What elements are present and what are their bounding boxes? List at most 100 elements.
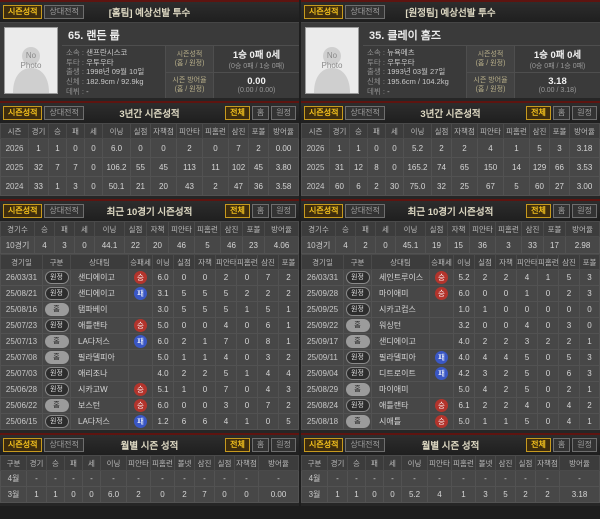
tab-head-to-head[interactable]: 상대전적	[44, 438, 84, 452]
tab-season-record[interactable]: 시즌성적	[304, 5, 344, 19]
hits-cell: 2	[176, 138, 203, 158]
tab-head-to-head[interactable]: 상대전적	[44, 5, 84, 19]
filter-home-button[interactable]: 홈	[552, 106, 571, 120]
walks-cell: 2	[278, 397, 299, 414]
innings-cell: 50.1	[102, 176, 131, 196]
games-count-cell: 10경기	[301, 236, 336, 254]
hits-cell: 2	[215, 269, 237, 286]
hits-cell: 4	[516, 397, 538, 414]
season-cell: 2024	[301, 176, 330, 196]
tab-season-record[interactable]: 시즌성적	[3, 5, 43, 19]
month-row-1: 3월 1 1 0 0 6.0 2 0 2 7 0 0 0.00	[0, 486, 299, 503]
runs-cell: 4	[474, 381, 496, 398]
games-cell: -	[26, 470, 47, 487]
homeruns-cell: 1	[451, 486, 476, 503]
tab-season-record[interactable]: 시즌성적	[3, 204, 43, 218]
strikeouts-cell: 5	[558, 349, 580, 366]
tab-season-record[interactable]: 시즌성적	[3, 438, 43, 452]
tab-head-to-head[interactable]: 상대전적	[345, 438, 385, 452]
walks-cell: 66	[549, 157, 570, 177]
table-header-row: 구분 경기 승 패 세 이닝 피안타 피홈런 볼넷 삼진 실점 자책점 방어율	[301, 455, 600, 471]
filter-home-button[interactable]: 홈	[251, 438, 270, 452]
tab-head-to-head[interactable]: 상대전적	[345, 106, 385, 120]
game-row-4: 25/09/17 홈 샌디에이고 4.0 2 2 3 2 2 1	[301, 333, 600, 350]
label-line2: (홈 / 원정)	[174, 86, 205, 94]
earned-runs-cell: 65	[451, 157, 478, 177]
column-header: 자책	[146, 221, 169, 237]
filter-away-button[interactable]: 원정	[572, 438, 597, 452]
homeruns-cell: 0	[202, 138, 229, 158]
filter-home-button[interactable]: 홈	[552, 438, 571, 452]
filter-away-button[interactable]: 원정	[572, 106, 597, 120]
column-header: 피안타	[477, 123, 504, 139]
result-badge: 패	[435, 367, 448, 380]
result-cell: 패	[128, 285, 153, 302]
earned-runs-cell: 0	[495, 317, 517, 334]
column-header: 피홈런	[495, 221, 522, 237]
innings-cell: 4.2	[453, 365, 475, 382]
filter-away-button[interactable]: 원정	[271, 106, 296, 120]
saves-cell: 0	[375, 236, 396, 254]
player-name: 65. 랜든 룹	[62, 23, 299, 46]
tab-season-record[interactable]: 시즌성적	[304, 106, 344, 120]
filter-home-button[interactable]: 홈	[552, 204, 571, 218]
tab-head-to-head[interactable]: 상대전적	[345, 204, 385, 218]
result-badge: 승	[134, 271, 147, 284]
recent10-summary-row: 10경기 4 2 0 45.1 19 15 36 3 33 17 2.98	[301, 236, 600, 254]
opponent-cell: LA다저스	[70, 333, 129, 350]
strikeouts-cell: 129	[529, 157, 550, 177]
player-info-line: 신체 : 195.6cm / 104.2kg	[367, 77, 462, 86]
tab-season-record[interactable]: 시즌성적	[304, 438, 344, 452]
game-date-cell: 25/07/13	[0, 333, 43, 350]
tab-season-record[interactable]: 시즌성적	[304, 204, 344, 218]
game-date-cell: 25/08/29	[301, 381, 344, 398]
column-header: 패	[66, 123, 85, 139]
filter-all-button[interactable]: 전체	[526, 438, 551, 452]
strikeouts-cell: -	[495, 470, 516, 487]
opponent-cell: 애틀랜타	[70, 317, 129, 334]
filter-home-button[interactable]: 홈	[251, 204, 270, 218]
innings-cell: 6.0	[102, 138, 131, 158]
filter-all-button[interactable]: 전체	[526, 106, 551, 120]
hits-cell: 5	[516, 349, 538, 366]
earned-runs-cell: 0	[150, 138, 177, 158]
strikeouts-cell: 4	[257, 365, 279, 382]
filter-all-button[interactable]: 전체	[526, 204, 551, 218]
tab-head-to-head[interactable]: 상대전적	[44, 106, 84, 120]
result-badge: 승	[134, 399, 147, 412]
filter-all-button[interactable]: 전체	[225, 438, 250, 452]
filter-all-button[interactable]: 전체	[225, 204, 250, 218]
column-header: 방어율	[258, 455, 299, 471]
strikeouts-cell: 2	[257, 285, 279, 302]
filter-all-button[interactable]: 전체	[225, 106, 250, 120]
home-away-cell: 홈	[343, 317, 372, 334]
tab-season-record[interactable]: 시즌성적	[3, 106, 43, 120]
runs-cell: 32	[431, 176, 452, 196]
recent10-section: 시즌성적 상대전적 최근 10경기 시즌성적 전체 홈 원정 경기수 승 패 세 이닝 실…	[301, 199, 600, 430]
wins-cell: 4	[34, 236, 55, 254]
games-cell: 31	[329, 157, 350, 177]
label-line2: (홈 / 원정)	[174, 59, 205, 67]
column-header: 이닝	[94, 221, 125, 237]
filter-away-button[interactable]: 원정	[572, 204, 597, 218]
filter-away-button[interactable]: 원정	[271, 204, 296, 218]
column-header: 승	[46, 455, 65, 471]
season-cell: 2025	[0, 157, 29, 177]
tab-head-to-head[interactable]: 상대전적	[44, 204, 84, 218]
location-badge: 원정	[345, 271, 370, 284]
filter-home-button[interactable]: 홈	[251, 106, 270, 120]
earned-runs-cell: -	[234, 470, 259, 487]
era-cell: 3.80	[268, 157, 299, 177]
column-header: 포볼	[579, 254, 600, 270]
location-badge: 홈	[44, 351, 69, 364]
table-header-row: 시즌 경기 승 패 세 이닝 실점 자책점 피안타 피홈런 삼진 포볼 방어율	[0, 123, 299, 139]
runs-cell: 0	[474, 285, 496, 302]
game-date-cell: 25/09/04	[301, 365, 344, 382]
filter-away-button[interactable]: 원정	[271, 438, 296, 452]
column-header: 세	[375, 221, 396, 237]
tab-head-to-head[interactable]: 상대전적	[345, 5, 385, 19]
runs-cell: 2	[173, 365, 195, 382]
column-header: 피안타	[469, 221, 496, 237]
game-row-1: 25/08/21 원정 샌디에이고 패 3.1 5 5 5 2 2 2	[0, 285, 299, 302]
runs-cell: 19	[425, 236, 448, 254]
